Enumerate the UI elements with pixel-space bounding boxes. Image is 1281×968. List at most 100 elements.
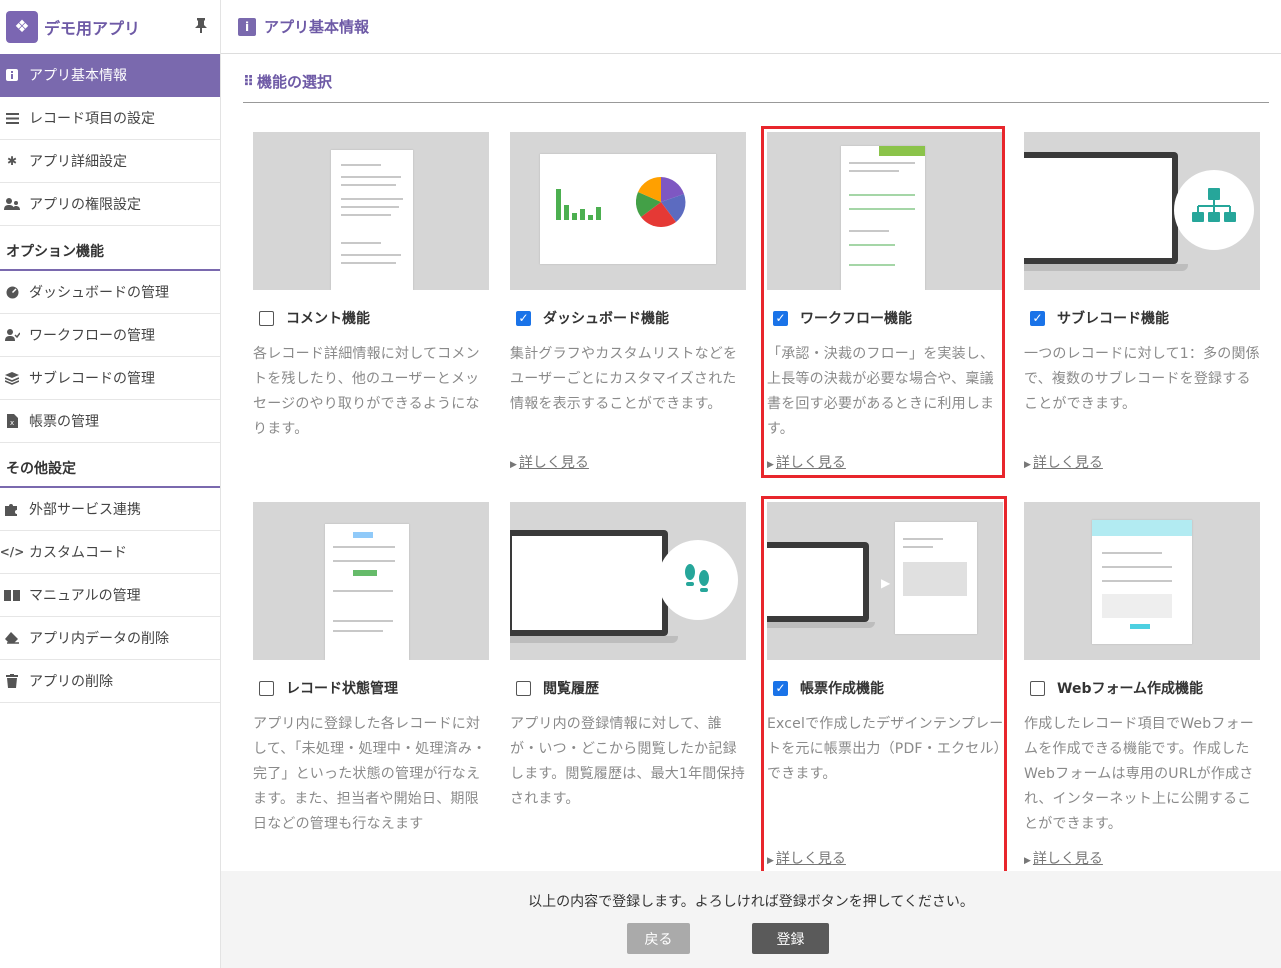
sidebar: ❖ デモ用アプリ アプリ基本情報 レコード項目の設定 ✱ アプリ詳細設定 アプリ… (0, 0, 221, 968)
info-icon (4, 67, 20, 83)
feature-checkbox-label[interactable]: ✓ サブレコード機能 (1024, 308, 1262, 328)
footer-bar: 以上の内容で登録します。よろしければ登録ボタンを押してください。 戻る 登録 (221, 871, 1281, 968)
puzzle-icon (4, 501, 20, 517)
sidebar-item-dashboard[interactable]: ダッシュボードの管理 (0, 271, 220, 314)
sidebar-item-label: カスタムコード (29, 545, 127, 561)
feature-card-record-status: レコード状態管理 アプリ内に登録した各レコードに対して、「未処理・処理中・処理済… (253, 502, 491, 837)
sidebar-item-custom-code[interactable]: </> カスタムコード (0, 531, 220, 574)
more-link-label: 詳しく見る (518, 455, 589, 471)
feature-title: Webフォーム作成機能 (1057, 681, 1204, 697)
highlight-box-workflow (761, 126, 1005, 478)
section-other: その他設定 (0, 443, 220, 488)
feature-description: 集計グラフやカスタムリストなどをユーザーごとにカスタマイズされた情報を表示するこ… (510, 346, 738, 412)
app-logo-icon: ❖ (6, 11, 38, 43)
sidebar-item-manual[interactable]: マニュアルの管理 (0, 574, 220, 617)
page-title: アプリ基本情報 (264, 18, 370, 36)
feature-thumbnail (253, 132, 489, 290)
sidebar-item-detail-settings[interactable]: ✱ アプリ詳細設定 (0, 140, 220, 183)
code-icon: </> (0, 545, 25, 559)
sidebar-item-label: 外部サービス連携 (29, 502, 141, 518)
sidebar-item-label: アプリ内データの削除 (29, 631, 169, 647)
sidebar-item-label: アプリ基本情報 (29, 68, 127, 84)
feature-checkbox-label[interactable]: ✓ ダッシュボード機能 (510, 308, 748, 328)
feature-title: サブレコード機能 (1057, 311, 1169, 327)
sidebar-item-workflow[interactable]: ワークフローの管理 (0, 314, 220, 357)
highlight-box-form-creation (761, 496, 1007, 878)
sidebar-item-subrecord[interactable]: サブレコードの管理 (0, 357, 220, 400)
feature-card-comment: コメント機能 各レコード詳細情報に対してコメントを残したり、他のユーザーとメッセ… (253, 132, 491, 442)
sidebar-header: ❖ デモ用アプリ (0, 0, 220, 54)
page-header: i アプリ基本情報 (221, 0, 1281, 54)
more-link[interactable]: ▶ 詳しく見る (1024, 848, 1103, 868)
section-options: オプション機能 (0, 226, 220, 271)
divider (243, 102, 1269, 103)
feature-thumbnail (1024, 132, 1260, 290)
feature-checkbox-label[interactable]: 閲覧履歴 (510, 678, 748, 698)
checkbox-checked-icon[interactable]: ✓ (1030, 310, 1045, 326)
feature-description: アプリ内に登録した各レコードに対して、「未処理・処理中・処理済み・完了」といった… (253, 716, 487, 832)
eraser-icon (4, 630, 20, 646)
pin-icon[interactable] (193, 17, 209, 37)
sidebar-item-external[interactable]: 外部サービス連携 (0, 488, 220, 531)
sidebar-item-delete-data[interactable]: アプリ内データの削除 (0, 617, 220, 660)
sidebar-item-basic-info[interactable]: アプリ基本情報 (0, 54, 220, 97)
triangle-right-icon: ▶ (510, 460, 517, 470)
feature-thumbnail (253, 502, 489, 660)
sidebar-item-label: 帳票の管理 (29, 414, 99, 430)
feature-title: ダッシュボード機能 (543, 311, 669, 327)
feature-checkbox-label[interactable]: コメント機能 (253, 308, 491, 328)
feature-card-subrecord: ✓ サブレコード機能 一つのレコードに対して1：多の関係で、複数のサブレコードを… (1024, 132, 1262, 471)
sidebar-item-label: レコード項目の設定 (29, 111, 155, 127)
more-link[interactable]: ▶ 詳しく見る (1024, 452, 1103, 472)
workflow-icon (4, 327, 20, 343)
section-title: ⠿ 機能の選択 (243, 71, 332, 92)
drag-dots-icon: ⠿ (243, 73, 254, 90)
trash-icon (4, 673, 20, 689)
sidebar-item-label: マニュアルの管理 (29, 588, 141, 604)
register-button[interactable]: 登録 (752, 923, 829, 954)
section-title-text: 機能の選択 (256, 73, 332, 91)
checkbox-checked-icon[interactable]: ✓ (516, 310, 531, 326)
sidebar-item-delete-app[interactable]: アプリの削除 (0, 660, 220, 703)
feature-description: 各レコード詳細情報に対してコメントを残したり、他のユーザーとメッセージのやり取り… (253, 346, 480, 437)
app-name: デモ用アプリ (44, 19, 141, 38)
sidebar-item-label: サブレコードの管理 (29, 371, 155, 387)
users-icon (4, 196, 20, 212)
sidebar-item-permissions[interactable]: アプリの権限設定 (0, 183, 220, 226)
back-button[interactable]: 戻る (627, 923, 690, 954)
svg-text:x: x (10, 419, 14, 427)
book-icon (4, 587, 20, 603)
feature-checkbox-label[interactable]: Webフォーム作成機能 (1024, 678, 1262, 698)
more-link[interactable]: ▶ 詳しく見る (510, 452, 589, 472)
feature-thumbnail (1024, 502, 1260, 660)
sidebar-item-record-fields[interactable]: レコード項目の設定 (0, 97, 220, 140)
checkbox-unchecked-icon[interactable] (516, 680, 531, 696)
triangle-right-icon: ▶ (1024, 460, 1031, 470)
checkbox-unchecked-icon[interactable] (259, 310, 274, 326)
feature-thumbnail (510, 132, 746, 290)
dashboard-icon (4, 284, 20, 300)
sidebar-item-label: アプリの権限設定 (29, 197, 141, 213)
feature-description: 作成したレコード項目でWebフォームを作成できる機能です。作成したWebフォーム… (1024, 716, 1254, 832)
sidebar-item-label: アプリの削除 (29, 674, 113, 690)
feature-checkbox-label[interactable]: レコード状態管理 (253, 678, 491, 698)
feature-card-view-history: 閲覧履歴 アプリ内の登録情報に対して、誰が・いつ・どこから閲覧したか記録します。… (510, 502, 748, 812)
feature-title: 閲覧履歴 (543, 681, 599, 697)
more-link-label: 詳しく見る (1032, 851, 1103, 867)
feature-title: レコード状態管理 (286, 681, 398, 697)
sidebar-item-label: ダッシュボードの管理 (29, 285, 169, 301)
more-link-label: 詳しく見る (1032, 455, 1103, 471)
footer-message: 以上の内容で登録します。よろしければ登録ボタンを押してください。 (528, 894, 974, 910)
main-content: ⠿ 機能の選択 コメント機能 各レコード詳細情報に対してコメントを残したり、他の… (221, 55, 1281, 968)
feature-card-webform: Webフォーム作成機能 作成したレコード項目でWebフォームを作成できる機能です… (1024, 502, 1262, 867)
feature-description: 一つのレコードに対して1：多の関係で、複数のサブレコードを登録することができます… (1024, 346, 1260, 412)
sidebar-item-label: アプリ詳細設定 (29, 154, 127, 170)
document-icon: x (4, 413, 20, 429)
sidebar-item-forms[interactable]: x 帳票の管理 (0, 400, 220, 443)
feature-card-dashboard: ✓ ダッシュボード機能 集計グラフやカスタムリストなどをユーザーごとにカスタマイ… (510, 132, 748, 471)
feature-thumbnail (510, 502, 746, 660)
checkbox-unchecked-icon[interactable] (259, 680, 274, 696)
feature-description: アプリ内の登録情報に対して、誰が・いつ・どこから閲覧したか記録します。閲覧履歴は… (510, 716, 745, 807)
triangle-right-icon: ▶ (1024, 856, 1031, 866)
checkbox-unchecked-icon[interactable] (1030, 680, 1045, 696)
